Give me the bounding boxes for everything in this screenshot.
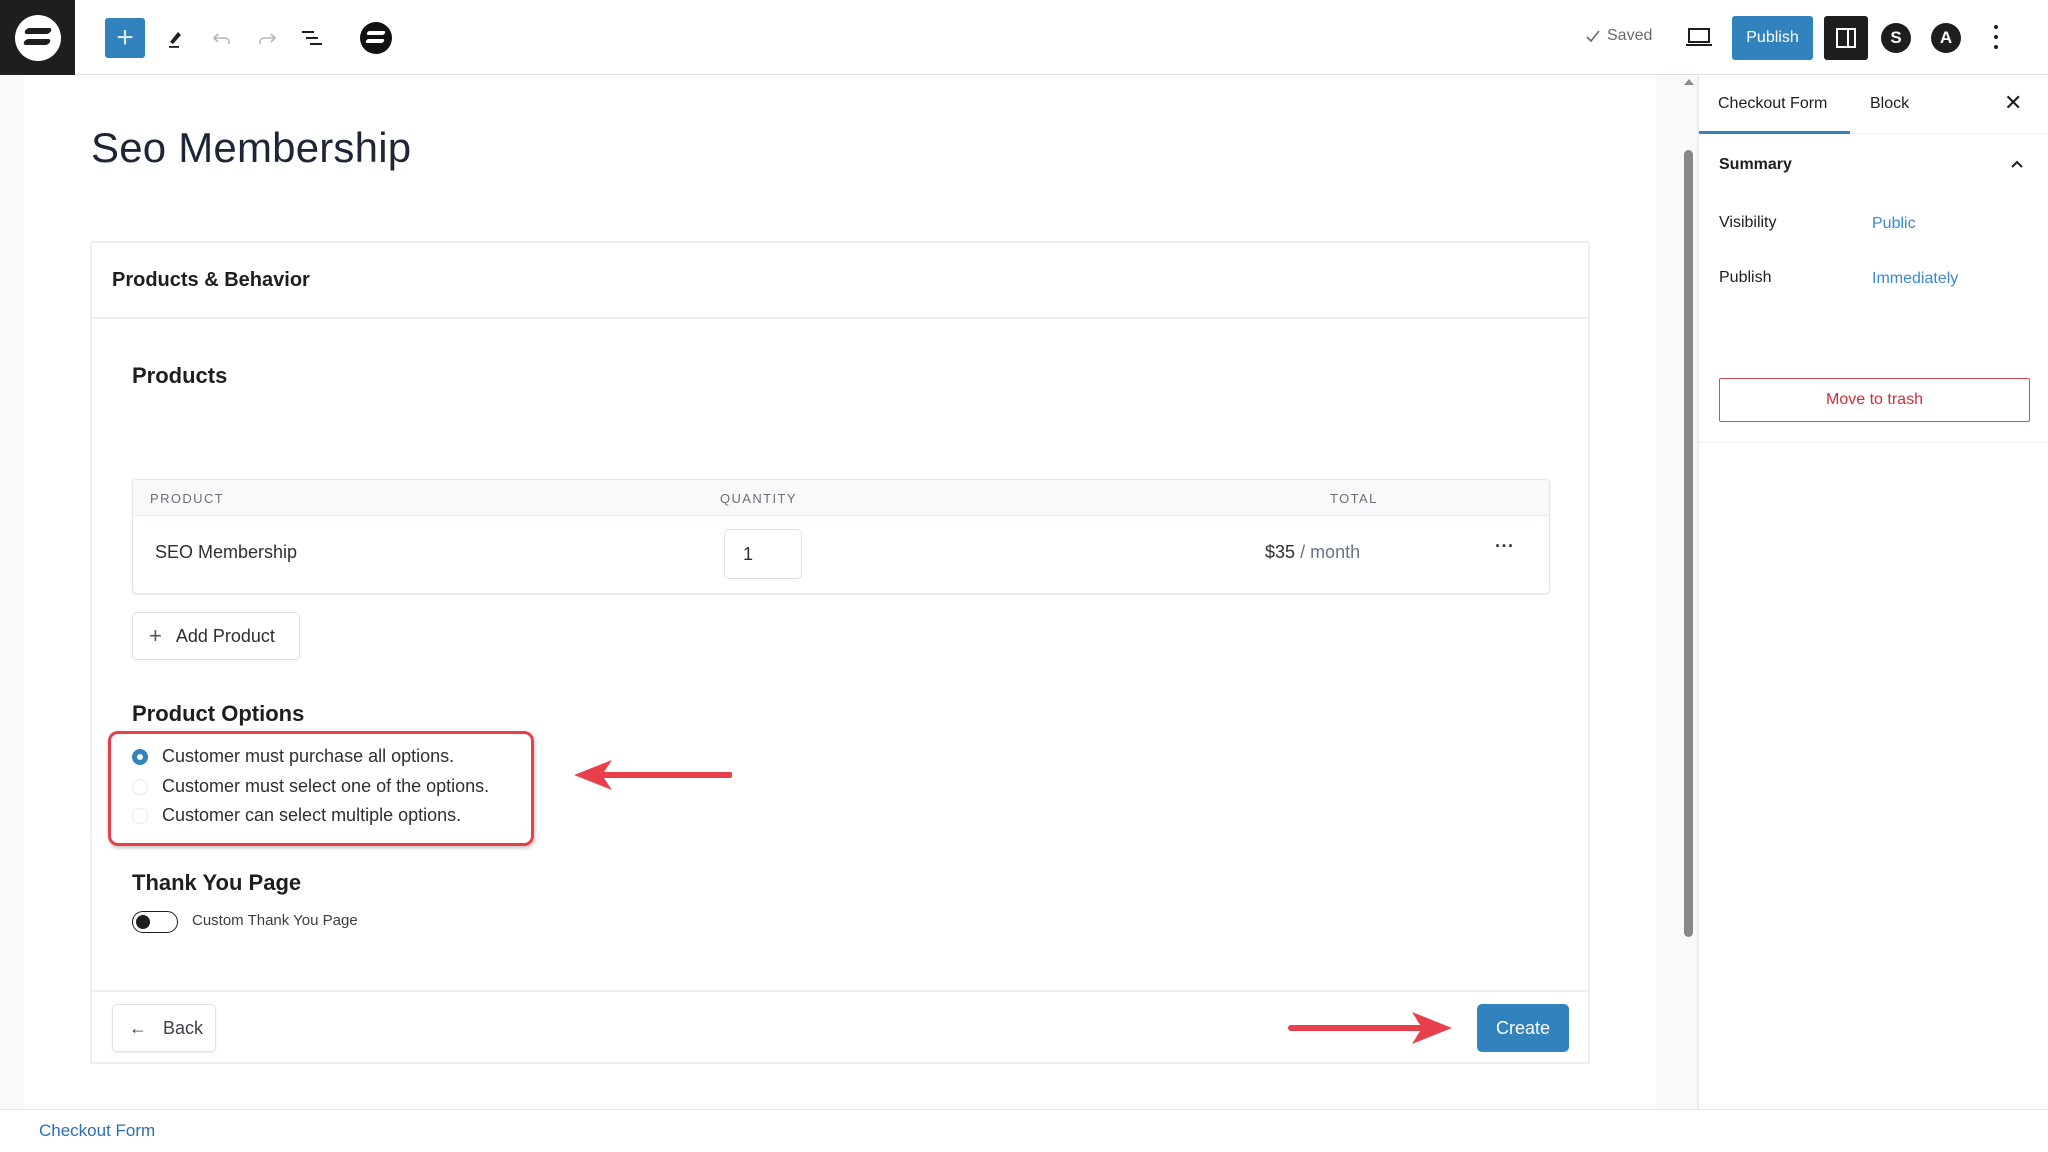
products-behavior-card: Products & Behavior Products PRODUCT QUA… bbox=[90, 241, 1590, 1064]
products-table: PRODUCT QUANTITY TOTAL SEO Membership $3… bbox=[132, 479, 1550, 594]
visibility-value-link[interactable]: Public bbox=[1872, 215, 1916, 233]
products-section-title: Products bbox=[132, 363, 228, 388]
column-header-total: TOTAL bbox=[1330, 491, 1378, 506]
quantity-input[interactable] bbox=[724, 529, 802, 579]
block-breadcrumb-bar: Checkout Form bbox=[0, 1109, 2048, 1152]
plus-icon: + bbox=[149, 623, 162, 648]
redo-button[interactable] bbox=[247, 18, 287, 58]
surecart-menu-button[interactable] bbox=[360, 22, 392, 54]
products-table-header: PRODUCT QUANTITY TOTAL bbox=[133, 480, 1549, 516]
laptop-icon bbox=[1686, 28, 1712, 46]
options-menu-button[interactable] bbox=[1990, 22, 2002, 52]
add-block-button[interactable]: + bbox=[105, 18, 145, 58]
card-heading: Products & Behavior bbox=[92, 243, 1588, 319]
tab-block[interactable]: Block bbox=[1870, 95, 1909, 113]
editor-canvas: Seo Membership Products & Behavior Produ… bbox=[0, 76, 1699, 1109]
editor-toolbar: + Saved Publish S A bbox=[0, 0, 2048, 75]
option-label: Customer must purchase all options. bbox=[162, 746, 455, 766]
arrow-left-icon: ← bbox=[129, 1017, 147, 1038]
list-view-button[interactable] bbox=[292, 18, 332, 58]
column-header-quantity: QUANTITY bbox=[720, 491, 797, 506]
back-button[interactable]: ← Back bbox=[112, 1004, 216, 1052]
product-total: $35 / month bbox=[1265, 542, 1360, 563]
publish-date-link[interactable]: Immediately bbox=[1872, 270, 1958, 288]
visibility-label: Visibility bbox=[1719, 214, 1777, 231]
custom-thank-you-toggle[interactable] bbox=[132, 911, 178, 933]
thank-you-section-title: Thank You Page bbox=[132, 870, 302, 895]
surecart-logo-icon bbox=[14, 14, 61, 61]
list-view-icon bbox=[302, 31, 322, 45]
site-logo-button[interactable] bbox=[0, 0, 75, 75]
move-to-trash-button[interactable]: Move to trash bbox=[1719, 378, 2030, 422]
toggle-label: Custom Thank You Page bbox=[192, 912, 358, 929]
sidebar-tabs: Checkout Form Block ✕ bbox=[1699, 76, 2048, 134]
option-select-one[interactable]: Customer must select one of the options. bbox=[132, 776, 489, 797]
settings-toggle-button[interactable] bbox=[1824, 16, 1868, 60]
back-label: Back bbox=[163, 1017, 204, 1038]
column-header-product: PRODUCT bbox=[150, 491, 225, 506]
settings-sidebar: Checkout Form Block ✕ Summary Visibility… bbox=[1699, 76, 2048, 1109]
publish-button[interactable]: Publish bbox=[1732, 16, 1813, 60]
annotation-arrow-right-icon bbox=[1288, 1012, 1452, 1044]
canvas-scrollbar[interactable] bbox=[1684, 150, 1693, 937]
scroll-up-arrow-icon[interactable] bbox=[1684, 79, 1694, 85]
product-price: $35 bbox=[1265, 542, 1296, 562]
spectra-plugin-button[interactable]: S bbox=[1881, 23, 1911, 53]
preview-button[interactable] bbox=[1685, 26, 1713, 53]
row-more-options-icon[interactable]: ··· bbox=[1495, 536, 1514, 557]
option-select-multiple[interactable]: Customer can select multiple options. bbox=[132, 805, 461, 826]
pencil-icon bbox=[169, 32, 181, 48]
add-product-button[interactable]: + Add Product bbox=[132, 612, 300, 660]
edit-tool-button[interactable] bbox=[156, 18, 196, 58]
saved-label: Saved bbox=[1607, 27, 1653, 44]
chevron-up-icon[interactable] bbox=[2009, 156, 2025, 172]
create-button[interactable]: Create bbox=[1477, 1004, 1569, 1052]
spectra-icon: S bbox=[1890, 28, 1902, 47]
option-label: Customer can select multiple options. bbox=[162, 805, 462, 825]
undo-button[interactable] bbox=[202, 18, 242, 58]
product-name: SEO Membership bbox=[155, 542, 298, 562]
product-options-title: Product Options bbox=[132, 701, 305, 726]
redo-icon bbox=[259, 33, 277, 44]
annotation-arrow-left-icon bbox=[574, 760, 732, 790]
plus-icon: + bbox=[116, 21, 134, 54]
tab-checkout-form[interactable]: Checkout Form bbox=[1718, 95, 1827, 113]
card-footer: ← Back Create bbox=[92, 990, 1588, 1064]
canvas-gutter-left bbox=[0, 76, 24, 1109]
option-label: Customer must select one of the options. bbox=[162, 776, 490, 796]
table-row: SEO Membership $35 / month ··· bbox=[133, 516, 1549, 593]
astra-plugin-button[interactable]: A bbox=[1931, 23, 1961, 53]
astra-icon: A bbox=[1939, 28, 1953, 47]
radio-unselected-icon[interactable] bbox=[132, 807, 148, 824]
option-purchase-all[interactable]: Customer must purchase all options. bbox=[132, 746, 454, 767]
breadcrumb-checkout-form[interactable]: Checkout Form bbox=[39, 1121, 155, 1141]
publish-label: Publish bbox=[1719, 269, 1772, 286]
undo-icon bbox=[212, 33, 230, 44]
check-icon bbox=[1586, 30, 1600, 43]
product-period: / month bbox=[1300, 542, 1361, 562]
summary-panel-toggle[interactable]: Summary bbox=[1719, 156, 1792, 174]
add-product-label: Add Product bbox=[175, 625, 275, 646]
saved-status: Saved bbox=[1585, 27, 1652, 45]
radio-unselected-icon[interactable] bbox=[132, 778, 148, 795]
toggle-knob bbox=[136, 914, 150, 929]
page-title[interactable]: Seo Membership bbox=[91, 124, 411, 172]
close-icon[interactable]: ✕ bbox=[2004, 90, 2022, 116]
sidebar-panel-icon bbox=[1836, 28, 1856, 48]
radio-selected-icon[interactable] bbox=[132, 748, 148, 765]
